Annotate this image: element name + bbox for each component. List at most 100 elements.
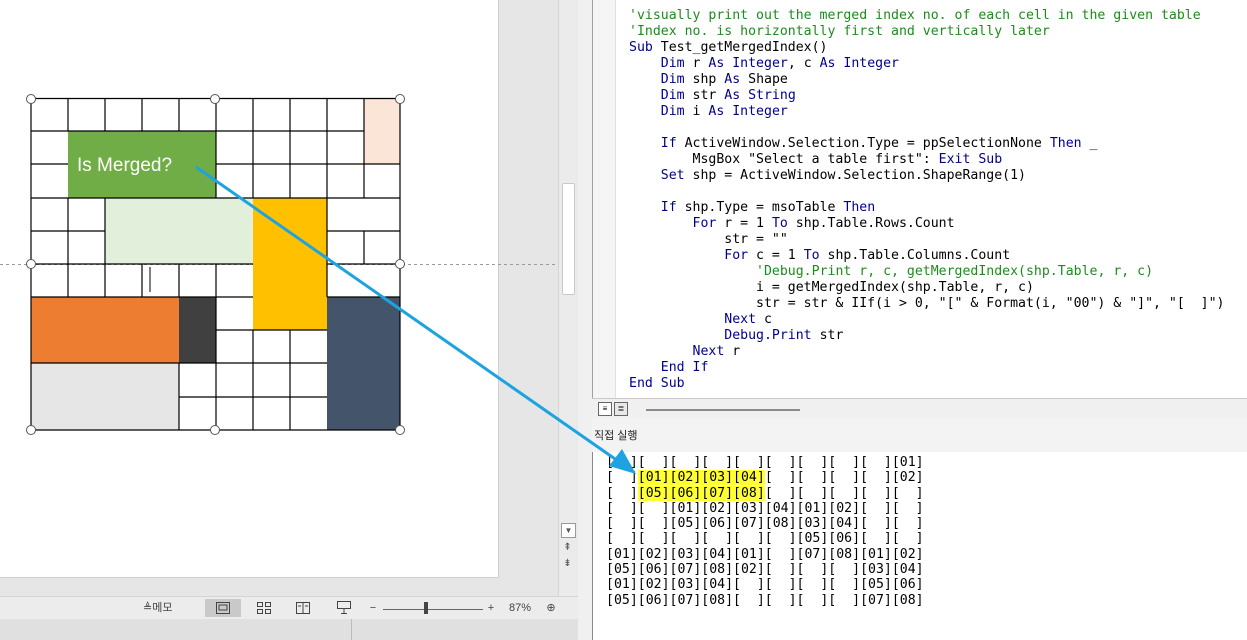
- code-line-token: Dim: [660, 56, 685, 71]
- code-line-token: shp: [684, 72, 725, 87]
- zoom-slider[interactable]: [383, 609, 483, 610]
- merged-cell-light-gray[interactable]: [31, 363, 179, 430]
- code-line[interactable]: 'Debug.Print r, c, getMergedIndex(shp.Ta…: [629, 264, 1224, 280]
- code-line[interactable]: Dim shp As Shape: [629, 72, 1224, 88]
- immediate-line[interactable]: [01][02][03][04][01][ ][07][08][01][02]: [606, 547, 924, 562]
- code-line[interactable]: Debug.Print str: [629, 328, 1224, 344]
- code-line[interactable]: 'Index no. is horizontally first and ver…: [629, 24, 1224, 40]
- code-line[interactable]: str = str & IIf(i > 0, "[" & Format(i, "…: [629, 296, 1224, 312]
- merged-cell-yellow[interactable]: [253, 198, 327, 330]
- immediate-line[interactable]: [ ][ ][ ][ ][ ][ ][05][06][ ][ ]: [606, 531, 924, 546]
- code-horizontal-scrollbar[interactable]: ≡ ≣: [592, 398, 1247, 419]
- code-line[interactable]: Dim r As Integer, c As Integer: [629, 56, 1224, 72]
- code-line-token: shp.Table.Rows.Count: [787, 216, 955, 231]
- slideshow-icon[interactable]: [333, 599, 355, 617]
- code-line-token: Sub: [629, 40, 653, 55]
- code-line[interactable]: For r = 1 To shp.Table.Rows.Count: [629, 216, 1224, 232]
- slide-table[interactable]: Is Merged?: [0, 0, 578, 596]
- immediate-window-titlebar: 직접 실행: [592, 418, 1247, 453]
- next-slide-icon[interactable]: ⇟: [561, 557, 574, 570]
- scroll-down-icon[interactable]: ▼: [561, 523, 576, 538]
- merged-cell-light-green[interactable]: [105, 198, 253, 264]
- immediate-line[interactable]: [ ][05][06][07][08][ ][ ][ ][ ][ ]: [606, 485, 924, 501]
- code-line-token: Set: [660, 168, 685, 183]
- merged-cell-navy[interactable]: [327, 297, 400, 430]
- code-line-token: shp = ActiveWindow.Selection.ShapeRange(…: [684, 168, 1026, 183]
- code-line-token: , c: [787, 56, 820, 71]
- scrollbar-thumb[interactable]: [562, 183, 575, 295]
- code-line-token: [629, 72, 661, 87]
- full-module-view-icon[interactable]: ≣: [614, 402, 628, 416]
- immediate-line[interactable]: [05][06][07][08][ ][ ][ ][ ][07][08]: [606, 593, 924, 608]
- fit-to-window-icon[interactable]: ⊕: [543, 599, 559, 617]
- code-line[interactable]: For c = 1 To shp.Table.Columns.Count: [629, 248, 1224, 264]
- code-line-token: 'Debug.Print r, c, getMergedIndex(shp.Ta…: [756, 264, 1154, 279]
- code-line[interactable]: Next r: [629, 344, 1224, 360]
- code-line[interactable]: If ActiveWindow.Selection.Type = ppSelec…: [629, 136, 1224, 152]
- code-line-token: [629, 168, 661, 183]
- slide-sorter-icon[interactable]: [253, 599, 275, 617]
- immediate-line[interactable]: [05][06][07][08][02][ ][ ][ ][03][04]: [606, 562, 924, 577]
- code-line-token: r: [684, 56, 709, 71]
- code-line-token: str: [684, 88, 725, 103]
- code-line-token: As String: [724, 88, 796, 103]
- code-line[interactable]: If shp.Type = msoTable Then: [629, 200, 1224, 216]
- code-line-token: [629, 344, 693, 359]
- code-window[interactable]: 'visually print out the merged index no.…: [592, 0, 1247, 398]
- code-line-token: To: [771, 216, 788, 231]
- merged-cell-dark-gray[interactable]: [179, 297, 216, 363]
- code-line-token: End Sub: [629, 376, 685, 391]
- code-line-token: c: [756, 312, 772, 327]
- code-editor[interactable]: 'visually print out the merged index no.…: [629, 8, 1224, 392]
- notes-button[interactable]: ≜메모: [143, 599, 187, 617]
- code-line-token: If: [660, 200, 677, 215]
- code-line-token: Next: [692, 344, 725, 359]
- code-line-token: c = 1: [748, 248, 804, 263]
- taskbar-strip: [0, 619, 578, 640]
- immediate-line[interactable]: [ ][ ][05][06][07][08][03][04][ ][ ]: [606, 516, 924, 531]
- code-line[interactable]: [629, 120, 1224, 136]
- zoom-out-button[interactable]: −: [368, 599, 378, 617]
- immediate-output[interactable]: [ ][ ][ ][ ][ ][ ][ ][ ][ ][01][ ][01][0…: [606, 455, 924, 608]
- immediate-line[interactable]: [ ][01][02][03][04][ ][ ][ ][ ][02]: [606, 470, 924, 486]
- zoom-in-button[interactable]: +: [486, 599, 496, 617]
- code-line-token: r: [724, 344, 741, 359]
- previous-slide-icon[interactable]: ⇞: [561, 541, 574, 554]
- normal-view-icon[interactable]: [205, 599, 241, 617]
- immediate-line[interactable]: [ ][ ][ ][ ][ ][ ][ ][ ][ ][01]: [606, 455, 924, 470]
- code-line-token: ActiveWindow.Selection.Type = ppSelectio…: [676, 136, 1050, 151]
- code-line[interactable]: MsgBox "Select a table first": Exit Sub: [629, 152, 1224, 168]
- notes-icon: ≜: [143, 602, 153, 614]
- procedure-view-icon[interactable]: ≡: [598, 402, 612, 416]
- code-line[interactable]: Next c: [629, 312, 1224, 328]
- code-line[interactable]: 'visually print out the merged index no.…: [629, 8, 1224, 24]
- code-line[interactable]: Set shp = ActiveWindow.Selection.ShapeRa…: [629, 168, 1224, 184]
- code-line[interactable]: End If: [629, 360, 1224, 376]
- code-line[interactable]: End Sub: [629, 376, 1224, 392]
- immediate-window[interactable]: [ ][ ][ ][ ][ ][ ][ ][ ][ ][01][ ][01][0…: [592, 452, 1247, 640]
- code-line-token: str = str & IIf(i > 0, "[" & Format(i, "…: [629, 296, 1225, 311]
- code-line[interactable]: Sub Test_getMergedIndex(): [629, 40, 1224, 56]
- immediate-line-token: [01][02][03][04]: [637, 470, 765, 486]
- code-line[interactable]: i = getMergedIndex(shp.Table, r, c): [629, 280, 1224, 296]
- code-line[interactable]: [629, 184, 1224, 200]
- immediate-line[interactable]: [ ][ ][01][02][03][04][01][02][ ][ ]: [606, 501, 924, 516]
- code-line-token: Then: [843, 200, 876, 215]
- zoom-slider-thumb[interactable]: [424, 602, 428, 614]
- code-line-token: i = getMergedIndex(shp.Table, r, c): [629, 280, 1034, 295]
- immediate-line-token: [01][02][03][04][ ][ ][ ][ ][05][06]: [606, 577, 924, 593]
- reading-view-icon[interactable]: [292, 599, 314, 617]
- merged-cell-orange[interactable]: [31, 297, 179, 363]
- merged-cell-peach[interactable]: [364, 98, 400, 164]
- code-line[interactable]: Dim i As Integer: [629, 104, 1224, 120]
- code-line-token: To: [803, 248, 820, 263]
- zoom-level[interactable]: 87%: [509, 599, 535, 617]
- immediate-line[interactable]: [01][02][03][04][ ][ ][ ][ ][05][06]: [606, 577, 924, 592]
- code-line-token: str = "": [629, 232, 788, 247]
- horizontal-scroll-thumb[interactable]: [646, 409, 800, 411]
- code-line-token: Debug.Print: [724, 328, 812, 343]
- slide-vertical-scrollbar[interactable]: ▼ ⇞ ⇟: [558, 0, 577, 596]
- immediate-line-token: [ ]: [606, 470, 638, 486]
- code-line[interactable]: str = "": [629, 232, 1224, 248]
- code-line[interactable]: Dim str As String: [629, 88, 1224, 104]
